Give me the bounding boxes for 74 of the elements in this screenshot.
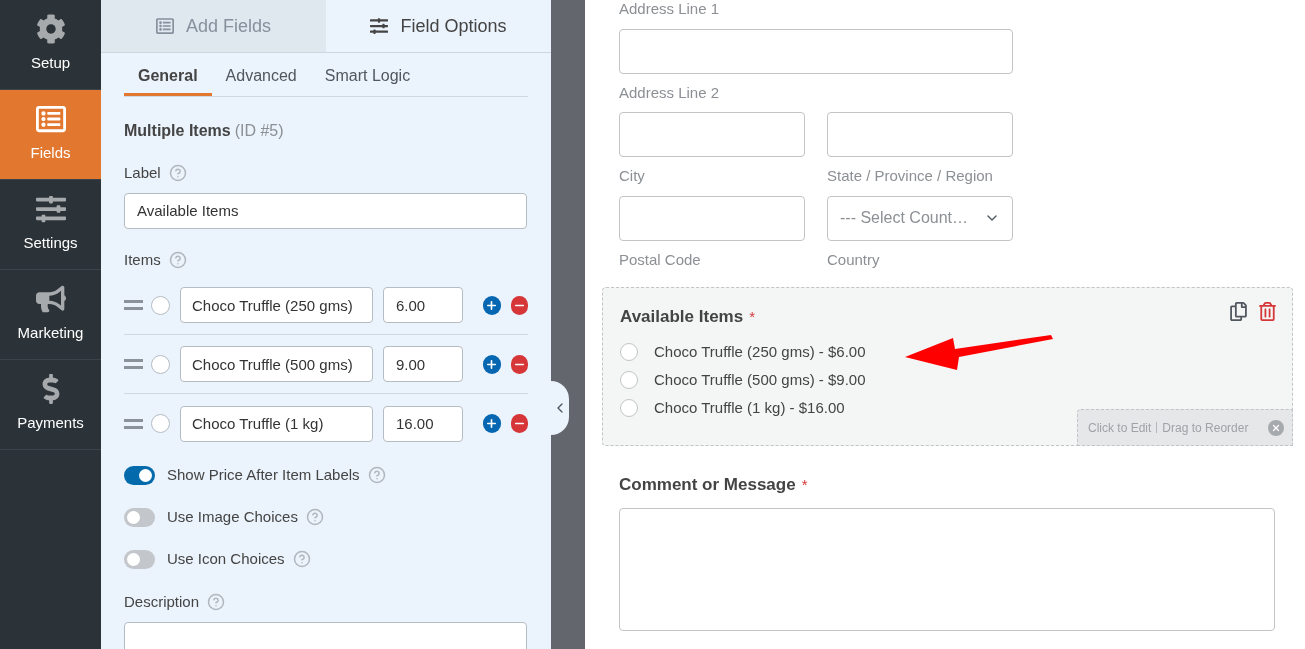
plus-icon	[485, 298, 499, 312]
sub-tab[interactable]: Smart Logic	[310, 59, 425, 96]
field-label: Postal Code	[619, 249, 702, 270]
radio-button[interactable]	[620, 343, 638, 361]
field-label: City	[619, 166, 646, 186]
field-title: Comment or Message	[619, 474, 796, 496]
list-icon	[155, 17, 174, 35]
item-name-input[interactable]: Choco Truffle (500 gms)	[180, 346, 373, 382]
remove-item-button[interactable]	[510, 414, 528, 433]
help-icon[interactable]	[367, 466, 386, 484]
drag-handle-icon[interactable]	[124, 300, 143, 310]
sliders-icon	[35, 194, 66, 225]
field-title: Multiple Items	[124, 122, 231, 139]
megaphone-icon	[35, 284, 66, 315]
option-label: Choco Truffle (250 gms) - $6.00	[654, 341, 866, 362]
field-label: Country	[827, 249, 881, 270]
toggle-label: Use Image Choices	[167, 506, 298, 527]
field-label: Address Line 2	[619, 82, 721, 103]
help-icon[interactable]	[207, 593, 226, 612]
field-label: Address Line 1	[619, 0, 721, 19]
field-id: (ID #5)	[234, 122, 284, 139]
add-item-button[interactable]	[483, 295, 501, 315]
item-name-input[interactable]: Choco Truffle (1 kg)	[180, 405, 373, 442]
required-mark: *	[749, 306, 755, 327]
plus-icon	[485, 417, 499, 430]
drag-handle-icon[interactable]	[124, 418, 143, 429]
close-button[interactable]	[1268, 419, 1284, 436]
item-name-input[interactable]: Choco Truffle (250 gms)	[180, 287, 373, 323]
item-price-input[interactable]: 6.00	[383, 287, 463, 323]
item-price-input[interactable]: 9.00	[383, 346, 463, 382]
gear-icon	[35, 14, 66, 45]
add-item-button[interactable]	[483, 354, 501, 374]
radio-button[interactable]	[620, 399, 638, 417]
add-item-button[interactable]	[483, 414, 501, 433]
help-icon[interactable]	[305, 508, 324, 526]
items-label: Items	[124, 249, 161, 270]
item-price-input[interactable]: 16.00	[383, 405, 463, 442]
sub-tab[interactable]: Advanced	[211, 59, 311, 96]
postal-code-input[interactable]	[619, 195, 805, 241]
field-label: State / Province / Region	[827, 166, 994, 186]
field-title: Available Items	[620, 306, 744, 328]
default-radio[interactable]	[151, 414, 170, 433]
list-icon	[35, 104, 66, 135]
close-icon	[1271, 422, 1281, 433]
toggle-switch[interactable]	[124, 507, 155, 527]
hint-text: Drag to Reorder	[1162, 419, 1249, 437]
description-label: Description	[124, 592, 200, 612]
default-radio[interactable]	[151, 354, 170, 374]
drag-handle-icon[interactable]	[124, 359, 143, 369]
comment-textarea[interactable]	[619, 507, 1275, 631]
collapse-button[interactable]	[551, 381, 569, 435]
toggle-switch[interactable]	[124, 465, 155, 485]
plus-icon	[485, 357, 499, 371]
toggle-switch[interactable]	[124, 549, 155, 569]
selected-field-card[interactable]: Available Items * Choco Truffle (250 gms) - $6.00 Choco Truffle (500 gms) - $9.00 Choco Truffle (1 kg) - $16.00 Click to Edit Drag to Reorder	[602, 287, 1293, 446]
label-label: Label	[124, 163, 161, 183]
toggle-label: Show Price After Item Labels	[167, 464, 360, 485]
remove-item-button[interactable]	[510, 295, 528, 315]
help-icon[interactable]	[292, 550, 311, 568]
hint-text: Click to Edit	[1088, 419, 1152, 437]
radio-button[interactable]	[620, 371, 638, 389]
sliders-icon	[370, 17, 389, 35]
help-icon[interactable]	[168, 164, 187, 183]
trash-icon[interactable]	[1259, 302, 1276, 321]
sub-tab[interactable]: General	[124, 59, 212, 96]
option-label: Choco Truffle (500 gms) - $9.00	[654, 369, 866, 390]
default-radio[interactable]	[151, 295, 170, 315]
toggle-label: Use Icon Choices	[167, 548, 285, 569]
help-icon[interactable]	[168, 250, 187, 269]
remove-item-button[interactable]	[510, 354, 528, 374]
required-mark: *	[801, 474, 808, 495]
duplicate-icon[interactable]	[1230, 302, 1247, 321]
label-input[interactable]: Available Items	[124, 192, 527, 229]
option-label: Choco Truffle (1 kg) - $16.00	[654, 397, 845, 418]
